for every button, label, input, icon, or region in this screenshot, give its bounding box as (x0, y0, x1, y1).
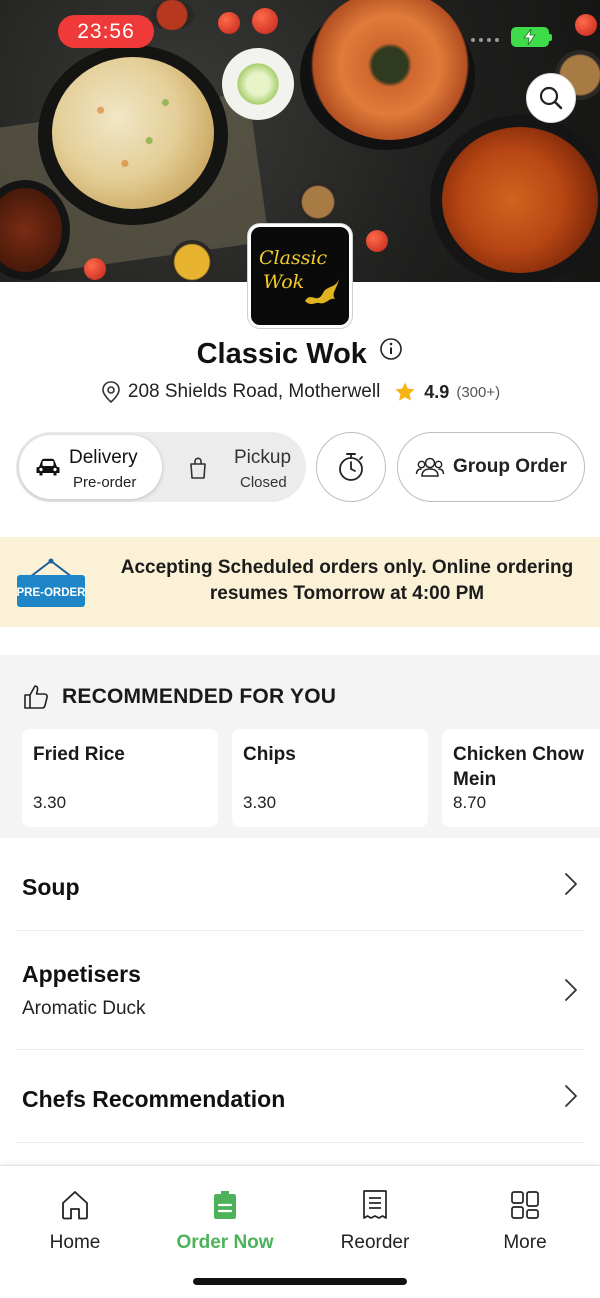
rating-value: 4.9 (424, 381, 450, 402)
status-time: 23:56 (58, 15, 154, 48)
rating-count: (300+) (456, 383, 501, 401)
banner-message: Accepting Scheduled orders only. Online … (120, 557, 574, 604)
dragon-icon (305, 279, 339, 305)
recommended-item-name: Chips (243, 744, 296, 765)
logo-text-line1: Classic (259, 247, 328, 269)
tomato-image (575, 14, 597, 36)
delivery-sublabel: Pre-order (73, 474, 137, 491)
group-order-button[interactable]: Group Order (397, 432, 585, 502)
preorder-badge-text: PRE-ORDER (16, 587, 86, 599)
thumbs-up-icon (24, 685, 48, 709)
schedule-time-button[interactable] (316, 432, 386, 502)
order-icon (214, 1191, 236, 1219)
restaurant-logo: Classic Wok (248, 224, 352, 328)
nav-home[interactable]: Home (0, 1188, 150, 1254)
tomato-image (252, 8, 278, 34)
spice-bowl-image (150, 0, 194, 30)
recommended-item-price: 8.70 (453, 793, 487, 812)
nav-reorder[interactable]: Reorder (300, 1188, 450, 1254)
pickup-label: Pickup (234, 447, 292, 468)
fried-rice-dish-image (38, 45, 228, 225)
preorder-sign-icon: PRE-ORDER (16, 558, 86, 607)
recommended-item-card[interactable]: Fried Rice 3.30 (22, 729, 218, 827)
stopwatch-icon (339, 453, 363, 481)
tomato-image (366, 230, 388, 252)
logo-text-line2: Wok (263, 271, 305, 293)
curry-dish-image (430, 115, 600, 282)
group-order-label: Group Order (452, 456, 567, 477)
restaurant-name: Classic Wok (196, 338, 367, 370)
category-row-appetisers[interactable]: Appetisers Aromatic Duck (16, 931, 584, 1050)
grid-icon (511, 1191, 539, 1219)
category-name: Soup (22, 874, 80, 900)
delivery-mode-button[interactable]: Delivery Pre-order (19, 435, 162, 499)
restaurant-title-row: Classic Wok (0, 338, 600, 371)
chevron-right-icon (565, 979, 577, 1001)
search-icon (539, 86, 563, 110)
group-users-icon (415, 457, 445, 477)
delivery-label: Delivery (69, 447, 138, 468)
nav-order-now[interactable]: Order Now (150, 1188, 300, 1254)
star-icon (395, 382, 415, 401)
recommended-item-price: 3.30 (33, 793, 67, 812)
tomato-image (84, 258, 106, 280)
pickup-sublabel: Closed (240, 474, 287, 491)
order-mode-toggle: Delivery Pre-order Pickup Closed (16, 432, 306, 502)
category-name: Chefs Recommendation (22, 1086, 286, 1112)
recommended-item-card[interactable]: Chips 3.30 (232, 729, 428, 827)
spice-bowl-image (298, 182, 338, 222)
nav-more-label: More (503, 1232, 547, 1253)
recommended-item-name: Chicken Chow Mein (453, 744, 584, 790)
car-icon (36, 458, 60, 476)
nav-reorder-label: Reorder (340, 1232, 410, 1253)
tomato-image (218, 12, 240, 34)
category-name: Appetisers (22, 961, 141, 987)
location-pin-icon (102, 381, 120, 404)
category-row-soup[interactable]: Soup (16, 838, 584, 931)
home-icon (62, 1191, 88, 1220)
prawn-dish-image (300, 0, 475, 150)
nav-home-label: Home (49, 1232, 101, 1253)
address-rating-row: 208 Shields Road, Motherwell 4.9 (300+) (0, 380, 600, 404)
info-icon[interactable] (379, 337, 403, 366)
nav-more[interactable]: More (450, 1188, 600, 1254)
home-indicator[interactable] (193, 1278, 407, 1285)
shopping-bag-icon (190, 457, 206, 479)
cucumber-dish-image (222, 48, 294, 120)
chevron-right-icon (565, 873, 577, 895)
search-button[interactable] (526, 73, 576, 123)
category-subtitle: Aromatic Duck (22, 998, 146, 1019)
preorder-banner: PRE-ORDER Accepting Scheduled orders onl… (0, 537, 600, 627)
charging-battery-icon (511, 27, 552, 47)
nav-order-now-label: Order Now (176, 1232, 274, 1253)
recommended-item-card[interactable]: Chicken Chow Mein 8.70 (442, 729, 600, 827)
chevron-right-icon (565, 1085, 577, 1107)
signal-icon (471, 38, 499, 42)
receipt-icon (363, 1190, 387, 1219)
recommended-item-price: 3.30 (243, 793, 277, 812)
restaurant-address: 208 Shields Road, Motherwell (127, 381, 381, 402)
recommended-title: RECOMMENDED FOR YOU (62, 685, 337, 708)
category-row-chefs-recommendation[interactable]: Chefs Recommendation (16, 1050, 584, 1143)
recommended-section: RECOMMENDED FOR YOU Fried Rice 3.30 Chip… (0, 655, 600, 838)
recommended-header: RECOMMENDED FOR YOU (22, 683, 336, 711)
recommended-item-name: Fried Rice (33, 744, 125, 765)
spice-bowl-image (170, 240, 214, 282)
pickup-mode-button[interactable]: Pickup Closed (168, 435, 304, 499)
